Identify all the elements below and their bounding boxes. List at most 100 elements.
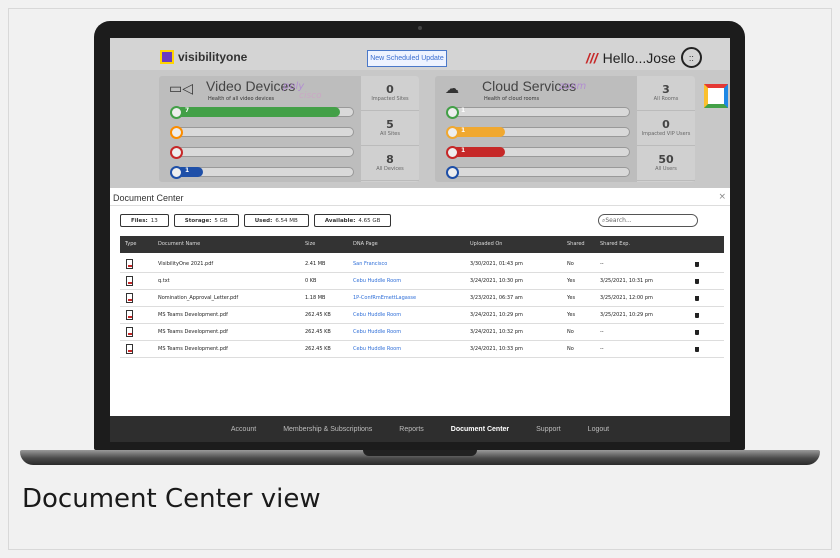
column-header[interactable]: Shared: [567, 236, 585, 253]
video-health-bar[interactable]: 7: [170, 106, 354, 119]
cloud-health-bar[interactable]: 1: [446, 146, 630, 159]
cloud-health-bar[interactable]: 1: [446, 106, 630, 119]
shared-exp: 3/25/2021, 10:31 pm: [600, 278, 653, 284]
column-header[interactable]: Shared Exp.: [600, 236, 630, 253]
table-row[interactable]: q.txt 0 KB Cebu Huddle Room 3/24/2021, 10:3…: [120, 273, 724, 290]
status-dot-icon: [170, 166, 183, 179]
table-row[interactable]: Nomination_Approval_Letter.pdf 1.18 MB 1P-…: [120, 290, 724, 307]
video-health-bar[interactable]: [170, 146, 354, 159]
greeting-text: Hello...Jose: [602, 49, 676, 66]
laptop-screen: visibilityone New Scheduled Update /// H…: [110, 38, 730, 442]
stat-impacted-sites[interactable]: 0 Impacted Sites: [361, 76, 419, 111]
dna-page-link[interactable]: Cebu Huddle Room: [353, 273, 401, 290]
shared-exp: 3/25/2021, 10:29 pm: [600, 312, 653, 318]
file-icon: [126, 344, 133, 354]
stat-label: All Sites: [380, 131, 400, 137]
uploaded-on: 3/24/2021, 10:32 pm: [470, 329, 523, 335]
available-label: Available:: [324, 217, 356, 224]
status-dot-icon: [170, 146, 183, 159]
document-center-header: Document Center ×: [110, 192, 730, 206]
shared-status: No: [567, 329, 574, 335]
stat-all-sites[interactable]: 5 All Sites: [361, 111, 419, 146]
video-stats: 0 Impacted Sites 5 All Sites 8 All Devices: [361, 76, 419, 182]
used-label: Used:: [254, 217, 273, 224]
bar-track: [176, 147, 354, 157]
trash-icon[interactable]: [695, 262, 699, 267]
stat-number: 3: [662, 83, 670, 96]
footer-link[interactable]: Logout: [588, 426, 609, 433]
video-health-bar[interactable]: 1: [170, 166, 354, 179]
storage-value: 5 GB: [214, 217, 228, 224]
stat-impacted-vip[interactable]: 0 Impacted VIP Users: [637, 111, 695, 146]
search-input[interactable]: ⌕ Search...: [598, 214, 698, 227]
stat-label: Impacted VIP Users: [641, 131, 691, 137]
bar-track: [176, 167, 354, 177]
column-header[interactable]: Uploaded On: [470, 236, 502, 253]
document-name: MS Teams Development.pdf: [158, 346, 228, 352]
trash-icon[interactable]: [695, 347, 699, 352]
stat-number: 50: [658, 153, 674, 166]
trash-icon[interactable]: [695, 296, 699, 301]
bar-track: [176, 127, 354, 137]
dna-page-link[interactable]: Cebu Huddle Room: [353, 341, 401, 358]
stat-label: All Devices: [376, 166, 404, 172]
trash-icon[interactable]: [695, 279, 699, 284]
shared-exp: --: [600, 329, 604, 335]
dna-page-link[interactable]: 1P-ConfRmEmettLagasse: [353, 290, 416, 307]
search-placeholder: Search...: [605, 217, 632, 224]
shared-exp: --: [600, 346, 604, 352]
table-row[interactable]: MS Teams Development.pdf 262.45 KB Cebu Hu…: [120, 341, 724, 358]
stat-number: 8: [386, 153, 394, 166]
footer-link[interactable]: Reports: [399, 426, 424, 433]
status-dot-icon: [170, 106, 183, 119]
video-camera-icon: ▭◁: [169, 81, 193, 97]
stat-all-devices[interactable]: 8 All Devices: [361, 146, 419, 181]
table-row[interactable]: MS Teams Development.pdf 262.45 KB Cebu Hu…: [120, 324, 724, 341]
stat-number: 0: [386, 83, 394, 96]
video-health-bar[interactable]: [170, 126, 354, 139]
close-icon[interactable]: ×: [718, 192, 726, 202]
dashboard-background: visibilityone New Scheduled Update /// H…: [110, 38, 730, 188]
apps-menu-icon[interactable]: ::: [680, 47, 702, 68]
uploaded-on: 3/24/2021, 10:30 pm: [470, 278, 523, 284]
logo-text: visibilityone: [178, 50, 248, 64]
shared-status: No: [567, 346, 574, 352]
footer-link[interactable]: Membership & Subscriptions: [283, 426, 372, 433]
footer-link[interactable]: Account: [231, 426, 256, 433]
table-row[interactable]: VisibilityOne 2021.pdf 2.41 MB San Francis…: [120, 256, 724, 273]
table-row[interactable]: MS Teams Development.pdf 262.45 KB Cebu Hu…: [120, 307, 724, 324]
files-value: 13: [150, 217, 158, 224]
caption: Document Center view: [22, 484, 321, 514]
trash-icon[interactable]: [695, 330, 699, 335]
stat-all-rooms[interactable]: 3 All Rooms: [637, 76, 695, 111]
document-name: MS Teams Development.pdf: [158, 312, 228, 318]
video-devices-subtitle: Health of all video devices: [208, 96, 275, 102]
dna-page-link[interactable]: Cebu Huddle Room: [353, 307, 401, 324]
column-header[interactable]: Size: [305, 236, 315, 253]
uploaded-on: 3/23/2021, 06:37 am: [470, 295, 523, 301]
cloud-health-bar[interactable]: [446, 166, 630, 179]
office-icon[interactable]: [704, 84, 728, 108]
stat-all-users[interactable]: 50 All Users: [637, 146, 695, 181]
footer-link[interactable]: Support: [536, 426, 561, 433]
document-size: 0 KB: [305, 278, 317, 284]
scheduled-update-button[interactable]: New Scheduled Update: [367, 50, 447, 67]
dna-page-link[interactable]: San Francisco: [353, 256, 387, 273]
cloud-health-bar[interactable]: 1: [446, 126, 630, 139]
status-dot-icon: [446, 166, 459, 179]
stat-number: 5: [386, 118, 394, 131]
visibilityone-logo[interactable]: visibilityone: [160, 49, 247, 65]
file-icon: [126, 259, 133, 269]
column-header[interactable]: DNA Page: [353, 236, 378, 253]
trash-icon[interactable]: [695, 313, 699, 318]
dna-page-link[interactable]: Cebu Huddle Room: [353, 324, 401, 341]
cloud-services-panel: ☁ Cloud Services Health of cloud rooms z…: [435, 76, 695, 182]
footer-link[interactable]: Document Center: [451, 426, 509, 433]
bar-count: 1: [185, 167, 190, 174]
column-header[interactable]: Type: [125, 236, 136, 253]
footer-nav: Account Membership & Subscriptions Reports…: [110, 416, 730, 442]
status-dot-icon: [446, 106, 459, 119]
column-header[interactable]: Document Name: [158, 236, 200, 253]
uploaded-on: 3/30/2021, 01:43 pm: [470, 261, 523, 267]
document-size: 2.41 MB: [305, 261, 326, 267]
